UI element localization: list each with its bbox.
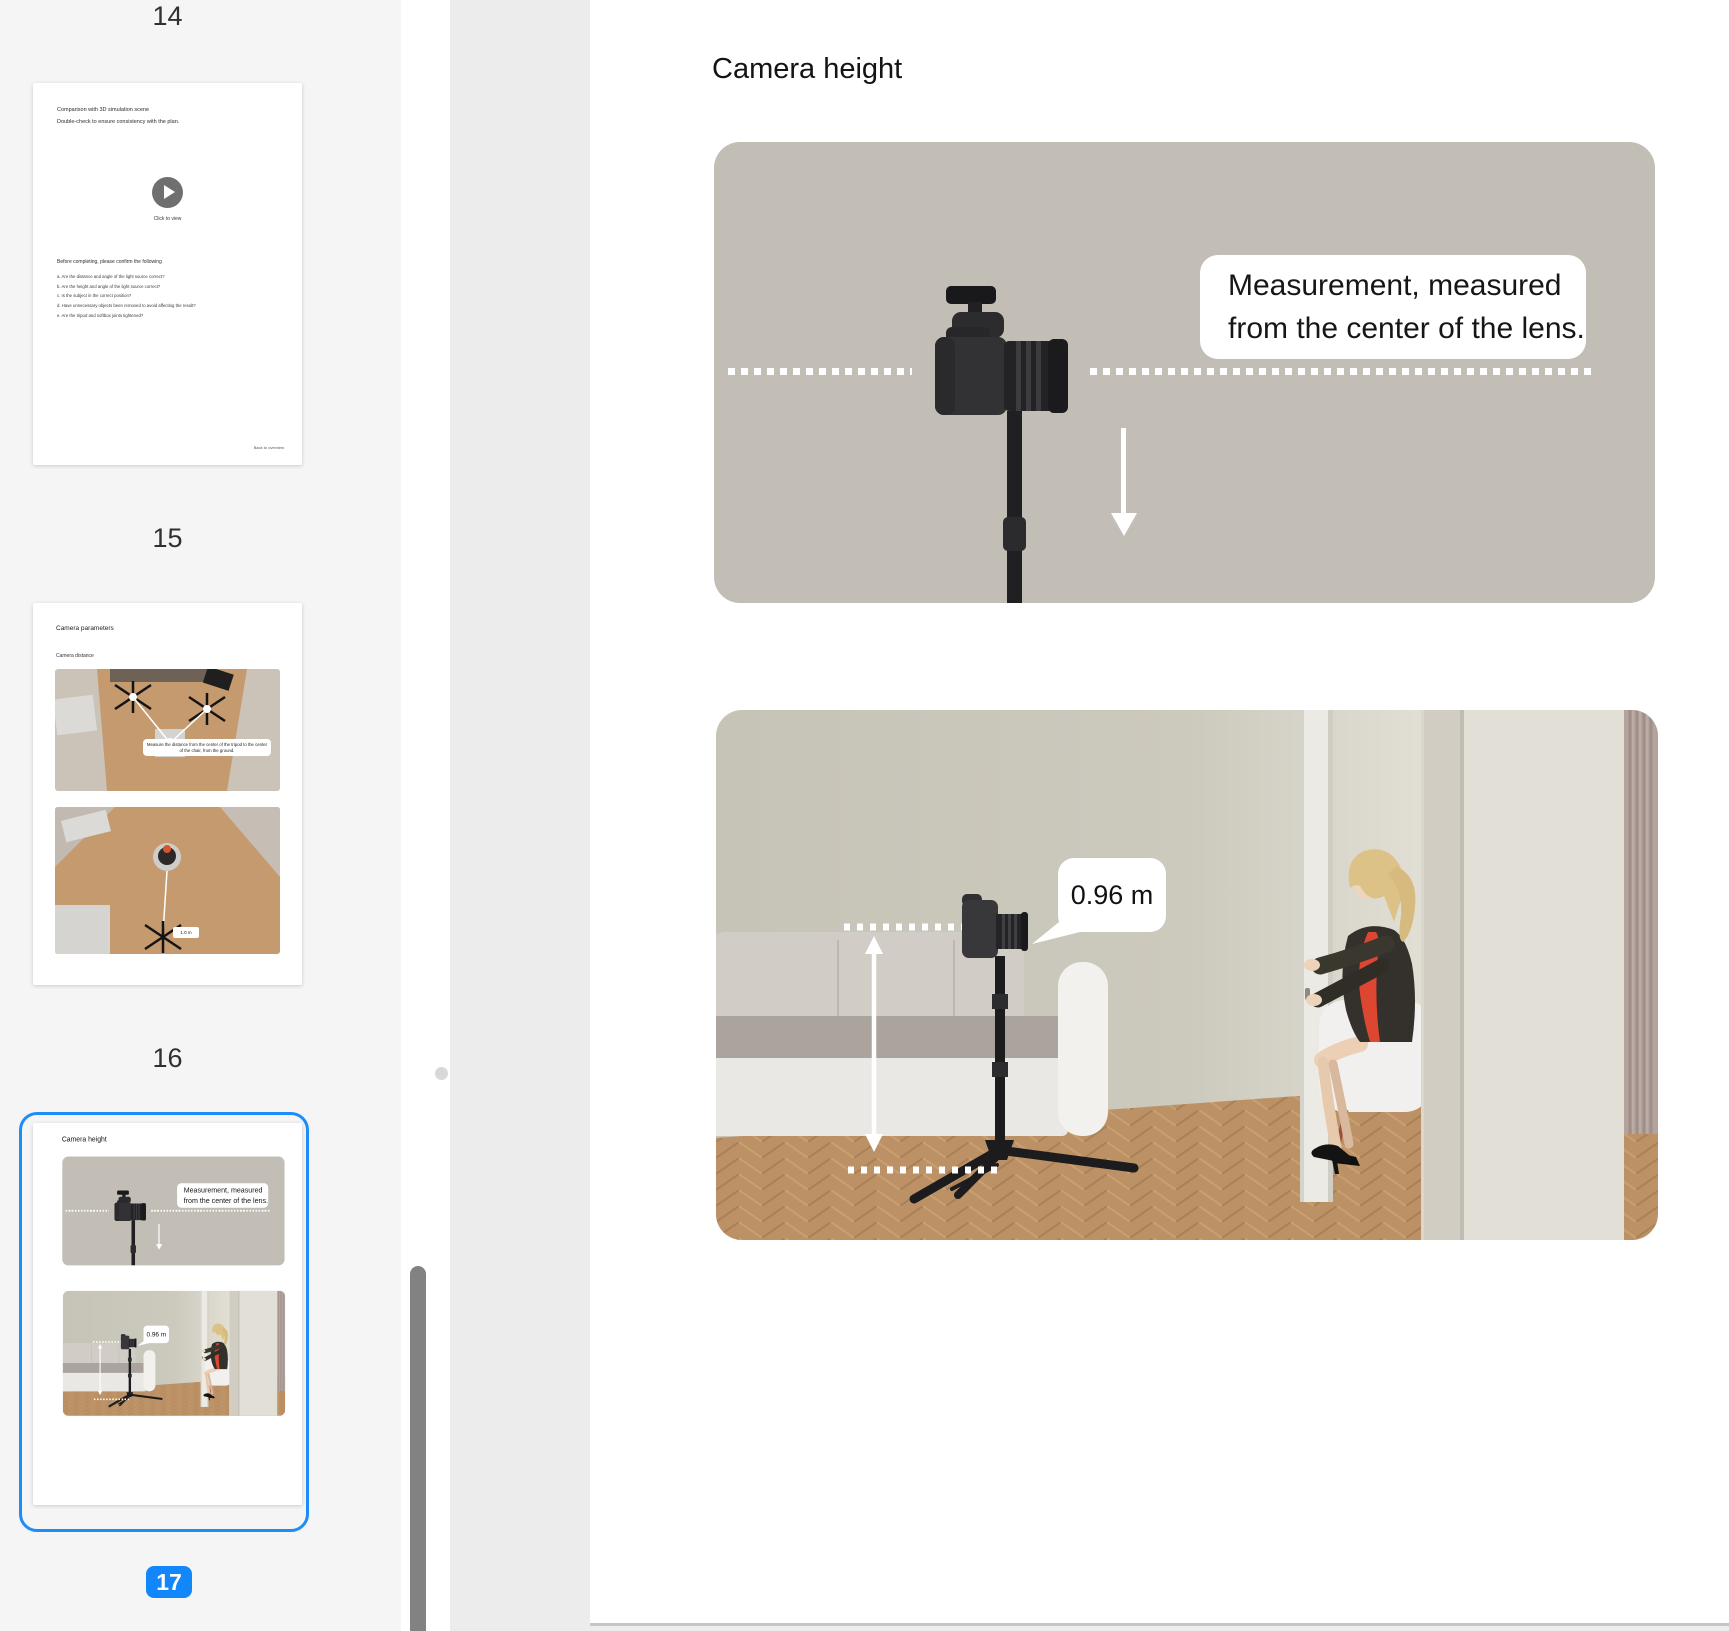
figure-camera-height-diagram: Measurement, measured from the center of… (62, 1157, 284, 1266)
figure-camera-height-diagram: Measurement, measured from the center of… (714, 142, 1655, 603)
play-icon (152, 177, 183, 208)
page-number-14: 14 (33, 1, 302, 32)
thumb16-title: Camera parameters (56, 625, 114, 632)
camera-on-pole-illustration (113, 1189, 148, 1265)
column (229, 1291, 239, 1416)
measurement-bubble: 0.96 m (144, 1326, 170, 1343)
down-arrow-head (156, 1244, 162, 1249)
dotted-line (66, 1210, 109, 1212)
dotted-line (1090, 368, 1596, 375)
page-number-17-selected-badge[interactable]: 17 (146, 1566, 192, 1598)
down-arrow (1121, 428, 1126, 515)
pdf-viewer-window: 14 Comparison with 3D simulation scene D… (0, 0, 1729, 1631)
thumb15-heading: Comparison with 3D simulation scene (57, 107, 149, 113)
topdown-room-illustration (55, 669, 280, 791)
pane-divider-handle[interactable] (435, 1067, 448, 1080)
thumb15-checklist-item: e. Are the tripod and softbox joints tig… (57, 313, 143, 318)
thumb16-topdown-image-1: Measure the distance from the center of … (55, 669, 280, 791)
measurement-value: 0.96 m (1071, 880, 1154, 911)
figure-room-scene: 0.96 m (63, 1291, 286, 1416)
callout-line: from the center of the lens. (1228, 307, 1586, 350)
measurement-callout: Measurement, measured from the center of… (1200, 255, 1586, 359)
page-bottom-edge (590, 1623, 1729, 1626)
page17-full: Camera height (590, 0, 1729, 1623)
measurement-bubble: 0.96 m (1058, 858, 1166, 932)
thumb15-checklist-item: b. Are the height and angle of the light… (57, 284, 160, 289)
thumbnail-page-15[interactable]: Comparison with 3D simulation scene Doub… (33, 83, 302, 465)
page-title: Camera height (62, 1136, 107, 1144)
callout-line: Measurement, measured (184, 1185, 269, 1195)
figure-room-scene: 0.96 m (716, 710, 1658, 1240)
thumb15-subheading: Double-check to ensure consistency with … (57, 119, 179, 125)
dotted-line (151, 1210, 271, 1212)
camera-on-pole-illustration (930, 280, 1080, 603)
thumb15-confirm-heading: Before completing, please confirm the fo… (57, 259, 162, 265)
document-view: Camera height (590, 0, 1729, 1631)
right-wall (239, 1291, 277, 1416)
thumb15-checklist-item: d. Have unnecessary objects been removed… (57, 303, 196, 308)
thumb15-checklist-item: a. Are the distance and angle of the lig… (57, 274, 165, 279)
content-gutter (450, 0, 590, 1631)
thumb15-play-caption: Click to view (33, 216, 302, 222)
column (1421, 710, 1464, 1240)
thumbnail-sidebar: 14 Comparison with 3D simulation scene D… (0, 0, 402, 1631)
measurement-callout: Measurement, measured from the center of… (177, 1183, 268, 1208)
thumb16-callout: Measure the distance from the center of … (143, 739, 271, 756)
thumb15-checklist-item: c. Is the subject in the correct positio… (57, 293, 131, 298)
sidebar-scrollbar-track (401, 0, 450, 1631)
measurement-value: 0.96 m (147, 1331, 166, 1338)
curtain (277, 1291, 285, 1391)
page-title: Camera height (712, 53, 902, 86)
thumb16-topdown-image-2: 1.0 m (55, 807, 280, 954)
thumb15-footer-note: Back to overview (254, 445, 284, 450)
room-scene-illustration (63, 1291, 286, 1416)
thumb16-subtitle: Camera distance (56, 653, 94, 659)
thumbnail-page-16[interactable]: Camera parameters Camera distance (33, 603, 302, 985)
down-arrow-head (1111, 513, 1137, 536)
thumb16-measure-label: 1.0 m (173, 927, 199, 938)
curtain (1624, 710, 1658, 1134)
down-arrow (158, 1224, 159, 1245)
right-wall (1464, 710, 1624, 1240)
page-number-16: 16 (33, 1043, 302, 1074)
callout-line: from the center of the lens. (184, 1196, 269, 1206)
page-number-15: 15 (33, 523, 302, 554)
sidebar-scrollbar-thumb[interactable] (410, 1266, 426, 1631)
page17-mini: Camera height (33, 1123, 302, 1505)
room-scene-illustration (716, 710, 1658, 1240)
topdown-room-illustration-2 (55, 807, 280, 954)
dotted-line (728, 368, 912, 375)
thumbnail-page-17-selected[interactable]: Camera height (33, 1123, 302, 1505)
callout-line: Measurement, measured (1228, 264, 1586, 307)
